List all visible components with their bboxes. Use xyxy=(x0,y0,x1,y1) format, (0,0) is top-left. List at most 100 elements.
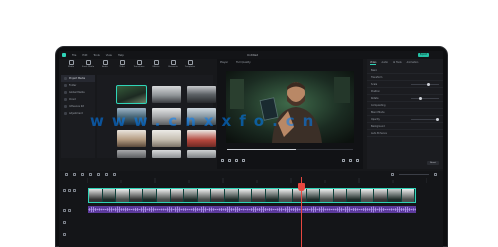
snapshot-icon[interactable] xyxy=(342,158,345,162)
sidebar-item-cloud[interactable]: Cloud xyxy=(61,96,95,103)
waveform-bar xyxy=(257,208,258,211)
waveform-bar xyxy=(289,206,290,213)
waveform-bar xyxy=(331,208,332,211)
clip-frame xyxy=(197,189,212,202)
mute-icon[interactable] xyxy=(68,209,71,212)
video-clip[interactable] xyxy=(88,188,416,203)
tool-elements[interactable]: Elements xyxy=(167,60,179,72)
tab-video[interactable]: Video xyxy=(370,61,377,65)
waveform-bar xyxy=(203,206,204,213)
rotate-slider[interactable] xyxy=(411,96,439,100)
delete-icon[interactable] xyxy=(81,172,84,176)
zoom-out-icon[interactable] xyxy=(391,172,394,176)
previous-frame-icon[interactable] xyxy=(221,158,224,162)
waveform-bar xyxy=(305,208,306,211)
track-header-video xyxy=(59,189,87,192)
waveform-bar xyxy=(325,208,326,211)
tool-transitions[interactable]: Transitions xyxy=(133,60,145,72)
waveform-bar xyxy=(109,207,110,212)
waveform-bar xyxy=(93,206,94,213)
inspector-row-blend-mode[interactable]: Blend Mode xyxy=(367,109,443,116)
waveform-bar xyxy=(283,208,284,211)
tab-full-quality[interactable]: Full Quality xyxy=(236,61,251,64)
waveform-bar xyxy=(391,208,392,211)
tool-templates[interactable]: Templates xyxy=(184,60,196,72)
crop-icon[interactable] xyxy=(97,172,100,176)
sidebar-item-project-media[interactable]: Project Media xyxy=(61,75,95,82)
sidebar-item-folder[interactable]: Folder xyxy=(61,82,95,89)
tab-player[interactable]: Player xyxy=(220,61,228,64)
fullscreen-icon[interactable] xyxy=(356,158,359,162)
menu-view[interactable]: View xyxy=(106,54,112,57)
clip-frame xyxy=(279,189,293,202)
sidebar-item-global-media[interactable]: Global Media xyxy=(61,89,95,96)
audio-clip[interactable] xyxy=(88,206,416,213)
waveform-bar xyxy=(377,208,378,211)
waveform-bar xyxy=(113,208,114,211)
media-thumbnail[interactable] xyxy=(152,86,181,103)
tool-audio[interactable]: Audio xyxy=(99,60,111,72)
waveform-bar xyxy=(263,206,264,213)
waveform-bar xyxy=(163,208,164,211)
media-thumbnail[interactable] xyxy=(187,130,216,147)
media-thumbnail[interactable] xyxy=(152,150,181,158)
inspector-row-background[interactable]: Background xyxy=(367,123,443,130)
sidebar-item-influence-kit[interactable]: Influence Kit xyxy=(61,103,95,110)
zoom-in-icon[interactable] xyxy=(434,172,437,176)
clip-frame xyxy=(252,189,266,202)
export-button[interactable]: Export xyxy=(418,53,429,57)
tab-ai-tools[interactable]: AI Tools xyxy=(393,61,402,65)
waveform-bar xyxy=(365,207,366,212)
playhead-handle[interactable] xyxy=(298,183,305,191)
media-thumbnail[interactable] xyxy=(187,86,216,103)
timeline-ruler[interactable] xyxy=(86,178,428,183)
waveform-bar xyxy=(349,207,350,212)
media-thumbnail[interactable] xyxy=(116,85,147,104)
media-thumbnail[interactable] xyxy=(117,150,146,158)
waveform-bar xyxy=(213,208,214,211)
waveform-bar xyxy=(125,207,126,212)
undo-icon[interactable] xyxy=(65,172,68,176)
tab-animation[interactable]: Animation xyxy=(407,61,419,65)
lock-icon[interactable] xyxy=(68,189,71,192)
waveform-bar xyxy=(123,208,124,211)
stop-icon[interactable] xyxy=(235,158,238,162)
tool-effects[interactable]: Effects xyxy=(150,60,162,72)
reset-button[interactable]: Reset xyxy=(427,161,439,165)
waveform-bar xyxy=(131,208,132,211)
next-frame-icon[interactable] xyxy=(242,158,245,162)
video-preview[interactable] xyxy=(226,71,354,143)
add-track-icon[interactable] xyxy=(63,233,66,236)
menu-tools[interactable]: Tools xyxy=(93,54,99,57)
tool-titles[interactable]: Titles xyxy=(116,60,128,72)
play-icon[interactable] xyxy=(228,158,231,162)
menu-edit[interactable]: Edit xyxy=(82,54,87,57)
tool-stock-media[interactable]: Stock Media xyxy=(82,60,94,72)
redo-icon[interactable] xyxy=(73,172,76,176)
menu-file[interactable]: File xyxy=(72,54,76,57)
waveform-bar xyxy=(225,208,226,211)
watermark-text: www.cnxxfo.cn xyxy=(90,112,322,130)
inspector-row-compositing[interactable]: Compositing xyxy=(367,102,443,109)
templates-icon xyxy=(187,60,193,65)
media-thumbnail[interactable] xyxy=(152,130,181,147)
inspector-row-transform[interactable]: Transform xyxy=(367,74,443,81)
media-thumbnail[interactable] xyxy=(187,150,216,158)
inspector-row-auto-enhance[interactable]: Auto Enhance xyxy=(367,130,443,137)
timeline-zoom-slider[interactable] xyxy=(399,173,429,175)
scale-slider[interactable] xyxy=(411,82,439,86)
opacity-slider[interactable] xyxy=(411,117,439,121)
eye-icon[interactable] xyxy=(73,189,76,192)
color-icon[interactable] xyxy=(113,172,116,176)
speed-icon[interactable] xyxy=(105,172,108,176)
waveform-bar xyxy=(329,208,330,211)
playback-progress[interactable] xyxy=(227,149,353,150)
menu-help[interactable]: Help xyxy=(118,54,124,57)
volume-icon[interactable] xyxy=(349,158,352,162)
split-icon[interactable] xyxy=(89,172,92,176)
waveform-bar xyxy=(137,207,138,212)
media-thumbnail[interactable] xyxy=(117,130,146,147)
inspector-row-basic[interactable]: Basic xyxy=(367,67,443,74)
tool-media[interactable]: Media xyxy=(65,60,77,72)
tab-audio[interactable]: Audio xyxy=(381,61,388,65)
